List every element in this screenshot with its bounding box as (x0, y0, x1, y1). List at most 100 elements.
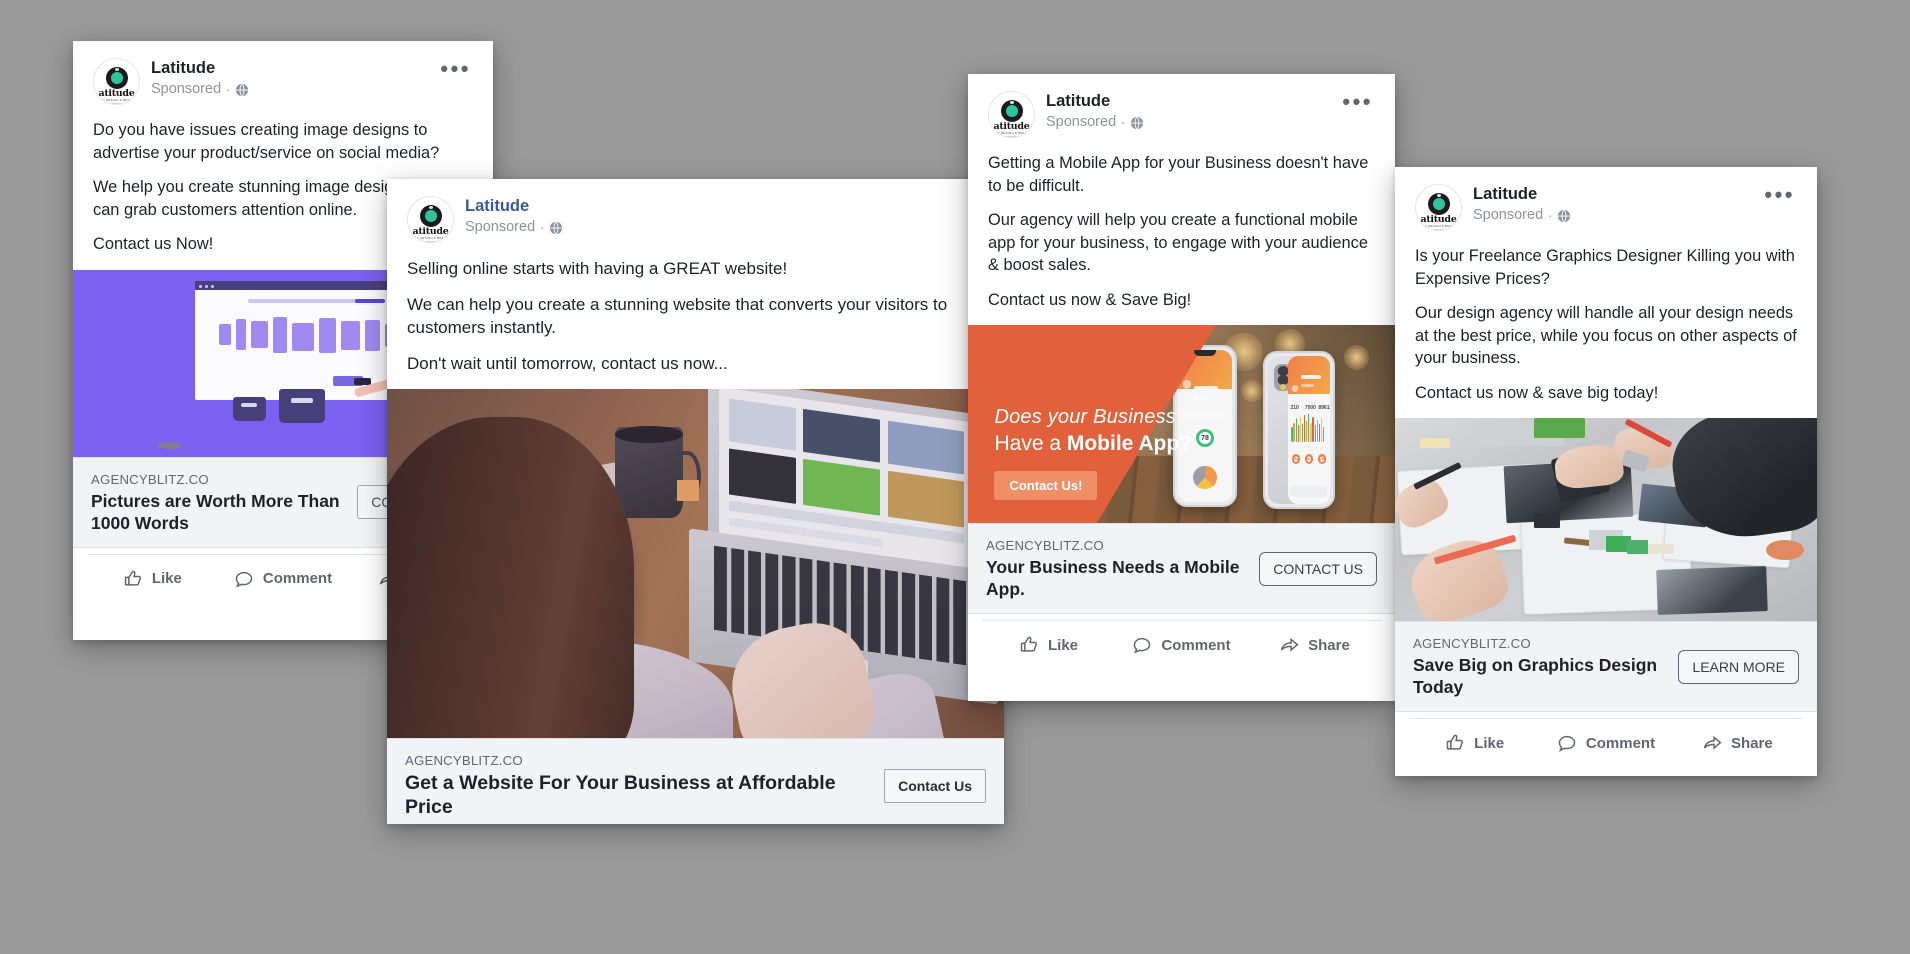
ad-card-mobile-app[interactable]: atitude THE DESIGN & BRAND AGENCY Latitu… (968, 74, 1395, 701)
like-label: Like (1047, 636, 1078, 654)
logo-lens-highlight-icon (1009, 101, 1014, 104)
phone-back-and-front: 210 7000 89612 (1262, 350, 1336, 510)
post-body: Getting a Mobile App for your Business d… (968, 142, 1395, 325)
cta-button[interactable]: CONTACT US (1259, 551, 1377, 586)
post-paragraph: Don't wait until tomorrow, contact us no… (407, 353, 728, 373)
avatar[interactable]: atitude THE DESIGN & BRAND AGENCY (1415, 184, 1462, 231)
separator-dot: · (1121, 115, 1126, 130)
post-body: Selling online starts with having a GREA… (387, 247, 1004, 389)
paint-bucket-large-icon (278, 389, 325, 423)
ad-card-graphics-design[interactable]: atitude THE DESIGN & BRAND AGENCY Latitu… (1395, 167, 1817, 776)
post-paragraph: Selling online starts with having a GREA… (407, 259, 788, 278)
post-options-button[interactable]: ••• (1334, 91, 1375, 113)
metric-circle: 53 (1304, 453, 1314, 464)
post-header: atitude THE DESIGN & BRAND AGENCY Latitu… (1395, 167, 1817, 235)
like-button[interactable]: Like (87, 562, 218, 596)
post-header-meta: Latitude Sponsored · (151, 58, 432, 99)
post-actions: Like Comment Share (968, 614, 1395, 670)
logo-lens-highlight-icon (428, 206, 433, 209)
logo-lens-inner-icon (110, 72, 123, 84)
share-label: Share (1308, 636, 1350, 654)
logo-lens-inner-icon (1005, 105, 1018, 117)
post-paragraph: Our design agency will handle all your d… (1415, 304, 1797, 367)
link-attachment[interactable]: AGENCYBLITZ.CO Your Business Needs a Mob… (968, 523, 1395, 614)
progress-ring: 78 (1195, 429, 1215, 448)
post-header-meta: Latitude Sponsored · (1046, 91, 1334, 132)
logo-subtext: THE DESIGN & BRAND AGENCY (1420, 224, 1457, 231)
creative-copy: Does your Business Have a Mobile App? Co… (994, 404, 1193, 501)
cta-button[interactable]: LEARN MORE (1678, 649, 1799, 684)
page-name[interactable]: Latitude (1046, 92, 1334, 111)
link-attachment[interactable]: AGENCYBLITZ.CO Get a Website For Your Bu… (387, 738, 1004, 824)
separator-dot: · (540, 220, 545, 235)
sponsored-label: Sponsored (465, 219, 536, 235)
post-header-meta: Latitude Sponsored · (1473, 184, 1756, 225)
post-paragraph: We can help you create a stunning websit… (407, 294, 948, 338)
comment-button[interactable]: Comment (1115, 628, 1248, 662)
globe-icon (235, 83, 249, 97)
metric-circle: 42 (1291, 453, 1301, 464)
comment-label: Comment (1161, 636, 1231, 654)
ad-card-website[interactable]: atitude THE DESIGN & BRAND AGENCY Latitu… (387, 179, 1004, 824)
post-paragraph: Contact us now & Save Big! (988, 290, 1192, 309)
headline-bold: Mobile App? (1066, 432, 1193, 456)
link-title: Your Business Needs a Mobile App. (986, 557, 1240, 599)
link-title: Pictures are Worth More Than 1000 Words (91, 490, 340, 533)
paint-blob (157, 441, 183, 450)
post-header-meta: Latitude Sponsored · (465, 196, 984, 237)
like-button[interactable]: Like (1409, 726, 1540, 760)
like-label: Like (1474, 734, 1505, 752)
link-domain: AGENCYBLITZ.CO (1413, 636, 1531, 651)
page-name[interactable]: Latitude (465, 197, 984, 216)
comment-label: Comment (1585, 734, 1656, 752)
pie-chart (1193, 465, 1217, 490)
avatar[interactable]: atitude THE DESIGN & BRAND AGENCY (407, 196, 454, 243)
comment-label: Comment (262, 570, 333, 587)
sponsored-label: Sponsored (151, 81, 222, 97)
stat-value: 7000 (1304, 404, 1316, 411)
link-text: AGENCYBLITZ.CO Pictures are Worth More T… (91, 471, 345, 534)
like-button[interactable]: Like (982, 628, 1115, 662)
post-options-button[interactable]: ••• (1756, 184, 1797, 206)
share-button[interactable]: Share (1248, 628, 1381, 662)
page-name[interactable]: Latitude (151, 59, 432, 78)
photo-tint-overlay (387, 389, 1004, 738)
cta-button[interactable]: Contact Us (884, 768, 986, 803)
logo-subtext: THE DESIGN & BRAND AGENCY (98, 98, 135, 105)
sponsored-label: Sponsored (1046, 114, 1117, 130)
post-paragraph: Our agency will help you create a functi… (988, 211, 1368, 274)
stat-value: 89612 (1318, 404, 1330, 411)
link-text: AGENCYBLITZ.CO Save Big on Graphics Desi… (1413, 635, 1666, 698)
link-text: AGENCYBLITZ.CO Get a Website For Your Bu… (405, 752, 872, 819)
ad-creative-image[interactable]: 78 210 7000 89612 (968, 325, 1395, 523)
post-paragraph: Contact us now & save big today! (1415, 383, 1659, 402)
avatar[interactable]: atitude THE DESIGN & BRAND AGENCY (93, 58, 140, 105)
link-title: Get a Website For Your Business at Affor… (405, 772, 836, 818)
link-domain: AGENCYBLITZ.CO (986, 538, 1104, 553)
post-subline: Sponsored · (465, 218, 984, 237)
post-body: Is your Freelance Graphics Designer Kill… (1395, 235, 1817, 418)
avatar[interactable]: atitude THE DESIGN & BRAND AGENCY (988, 91, 1035, 138)
post-subline: Sponsored · (1473, 206, 1756, 225)
post-header: atitude THE DESIGN & BRAND AGENCY Latitu… (73, 41, 493, 109)
ad-creative-image[interactable] (1395, 418, 1817, 621)
link-domain: AGENCYBLITZ.CO (91, 471, 209, 487)
link-text: AGENCYBLITZ.CO Your Business Needs a Mob… (986, 537, 1247, 600)
link-domain: AGENCYBLITZ.CO (405, 753, 523, 768)
post-actions: Like Comment Share (1395, 712, 1817, 768)
paint-bucket-small-icon (232, 396, 267, 421)
comment-button[interactable]: Comment (1540, 726, 1671, 760)
post-options-button[interactable]: ••• (432, 58, 473, 80)
post-header: atitude THE DESIGN & BRAND AGENCY Latitu… (387, 179, 1004, 247)
creative-cta-button[interactable]: Contact Us! (994, 471, 1098, 501)
link-attachment[interactable]: AGENCYBLITZ.CO Save Big on Graphics Desi… (1395, 621, 1817, 712)
logo-subtext: THE DESIGN & BRAND AGENCY (993, 131, 1030, 138)
printed-photo (1655, 566, 1768, 615)
ad-creative-image[interactable] (387, 389, 1004, 738)
share-button[interactable]: Share (1672, 726, 1803, 760)
globe-icon (549, 221, 563, 235)
post-paragraph: Getting a Mobile App for your Business d… (988, 154, 1369, 195)
comment-button[interactable]: Comment (218, 562, 349, 596)
like-label: Like (151, 570, 182, 587)
page-name[interactable]: Latitude (1473, 185, 1756, 204)
